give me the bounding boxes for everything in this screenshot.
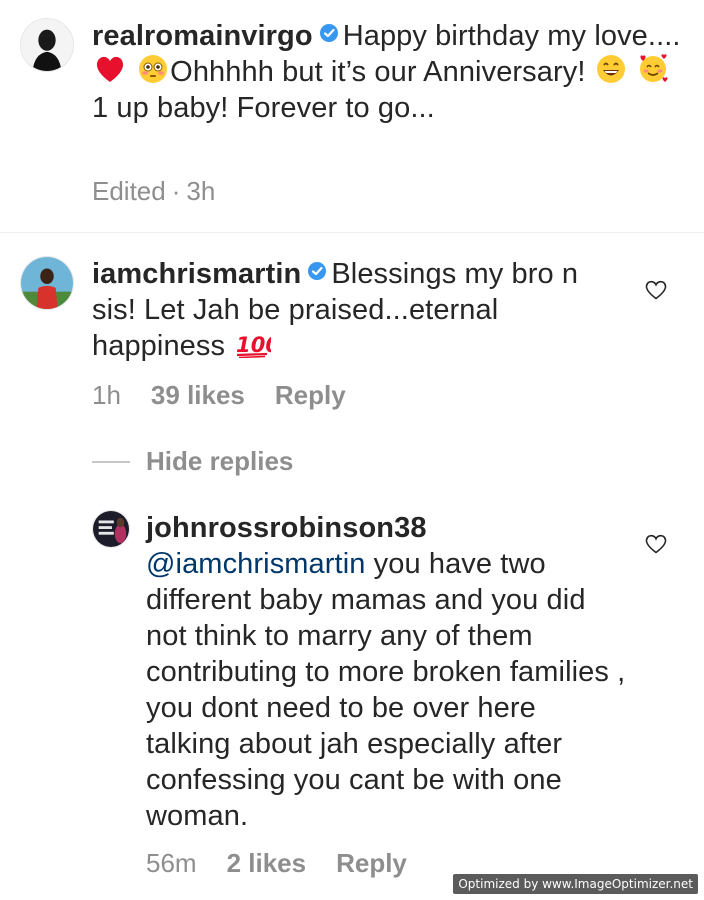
watermark-label: Optimized by www.ImageOptimizer.net [453, 874, 698, 894]
reply-username[interactable]: johnrossrobinson38 [146, 512, 427, 544]
red-heart-icon [96, 56, 124, 82]
comment-2-time: 1h [92, 380, 121, 410]
avatar-image [21, 19, 73, 71]
comment-1-time: 3h [186, 176, 216, 206]
reply-reply-button[interactable]: Reply [336, 848, 407, 879]
meta-separator: · [171, 176, 181, 206]
comment-1-text-part-2: Ohhhhh but it’s our Anniversary! [170, 56, 586, 88]
comment-1-username[interactable]: realromainvirgo [92, 20, 313, 52]
section-divider [0, 232, 704, 233]
hide-replies-toggle[interactable]: Hide replies [92, 446, 293, 477]
reply-meta: 56m 2 likes Reply [146, 848, 437, 879]
flushed-face-icon [139, 55, 168, 83]
comment-2-text: iamchrismartin Blessings my bro n sis! Le… [92, 256, 612, 364]
reply-likes[interactable]: 2 likes [227, 848, 307, 879]
comment-2-reply-button[interactable]: Reply [275, 380, 346, 411]
comment-1-meta: Edited · 3h [92, 176, 245, 207]
comment-2-meta: 1h 39 likes Reply [92, 380, 376, 411]
comments-page: realromainvirgo Happy birthday my love...… [0, 0, 704, 900]
avatar-image [93, 511, 129, 547]
hide-replies-line [92, 460, 130, 463]
comment-1-text-part-3: 1 up baby! Forever to go... [92, 92, 435, 124]
avatar-iamchrismartin[interactable] [20, 256, 74, 310]
reply-body: you have two different baby mamas and yo… [146, 548, 626, 832]
edited-label: Edited [92, 176, 166, 206]
reply-mention[interactable]: @iamchrismartin [146, 548, 365, 580]
grinning-face-icon [596, 55, 625, 83]
verified-badge-icon [308, 262, 327, 280]
hundred-points-icon: 100 [236, 333, 271, 358]
comment-2-likes[interactable]: 39 likes [151, 380, 245, 411]
comment-1-text-part-1: Happy birthday my love.... [342, 20, 681, 52]
avatar-realromainvirgo[interactable] [20, 18, 74, 72]
hide-replies-label: Hide replies [146, 446, 294, 476]
avatar-image [21, 257, 73, 309]
verified-badge-icon [319, 24, 338, 42]
like-heart-icon[interactable] [645, 534, 667, 554]
like-heart-icon[interactable] [645, 280, 667, 300]
avatar-johnrossrobinson38[interactable] [92, 510, 130, 548]
reply-text: johnrossrobinson38 @iamchrismartin you h… [146, 510, 626, 834]
comment-2-username[interactable]: iamchrismartin [92, 258, 301, 290]
comment-1-text: realromainvirgo Happy birthday my love...… [92, 18, 682, 126]
smiling-face-with-hearts-icon [639, 54, 668, 82]
reply-time: 56m [146, 848, 197, 878]
